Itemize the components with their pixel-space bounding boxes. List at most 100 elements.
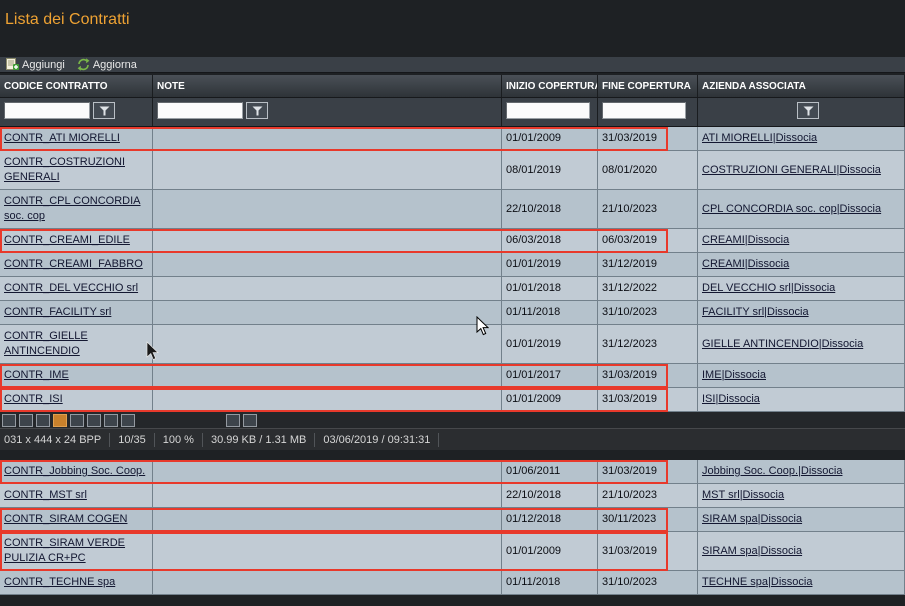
column-header-codice[interactable]: CODICE CONTRATTO — [0, 75, 153, 97]
filter-funnel-note-button[interactable] — [246, 102, 268, 119]
pager-button[interactable] — [2, 414, 16, 427]
pager-button[interactable] — [226, 414, 240, 427]
start-date-cell: 01/01/2009 — [502, 532, 598, 570]
contract-code-cell: CONTR_SIRAM VERDE PULIZIA CR+PC — [0, 532, 153, 570]
company-link[interactable]: TECHNE spa — [702, 575, 768, 590]
dissocia-link[interactable]: Dissocia — [771, 575, 813, 590]
table-row: CONTR_FACILITY srl 01/11/2018 31/10/2023 FA… — [0, 301, 905, 325]
dissocia-link[interactable]: Dissocia — [840, 202, 882, 217]
dissocia-link[interactable]: Dissocia — [724, 368, 766, 383]
start-date-cell: 22/10/2018 — [502, 484, 598, 507]
filter-fine-input[interactable] — [602, 102, 686, 119]
contract-code-cell: CONTR_Jobbing Soc. Coop. — [0, 460, 153, 483]
dissocia-link[interactable]: Dissocia — [822, 337, 864, 352]
end-date-cell: 31/03/2019 — [598, 364, 698, 387]
dissocia-link[interactable]: Dissocia — [801, 464, 843, 479]
filter-row — [0, 98, 905, 127]
company-link[interactable]: DEL VECCHIO srl — [702, 281, 791, 296]
contract-link[interactable]: CONTR_Jobbing Soc. Coop. — [4, 464, 145, 479]
company-link[interactable]: CPL CONCORDIA soc. cop — [702, 202, 837, 217]
contract-link[interactable]: CONTR_CREAMI_FABBRO — [4, 257, 143, 272]
dissocia-link[interactable]: Dissocia — [748, 257, 790, 272]
contract-code-cell: CONTR_MST srl — [0, 484, 153, 507]
company-link[interactable]: SIRAM spa — [702, 512, 758, 527]
company-link[interactable]: GIELLE ANTINCENDIO — [702, 337, 819, 352]
company-link[interactable]: CREAMI — [702, 257, 745, 272]
company-link[interactable]: MST srl — [702, 488, 740, 503]
filter-funnel-codice-button[interactable] — [93, 102, 115, 119]
note-cell — [153, 364, 502, 387]
contract-link[interactable]: CONTR_CREAMI_EDILE — [4, 233, 130, 248]
column-header-azienda[interactable]: AZIENDA ASSOCIATA — [698, 75, 905, 97]
dissocia-link[interactable]: Dissocia — [776, 131, 818, 146]
dissocia-link[interactable]: Dissocia — [743, 488, 785, 503]
pager-strip — [0, 412, 905, 428]
contract-link[interactable]: CONTR_CPL CONCORDIA soc. cop — [4, 194, 148, 224]
filter-codice-input[interactable] — [4, 102, 90, 119]
contract-link[interactable]: CONTR_ISI — [4, 392, 63, 407]
refresh-button-label: Aggiorna — [92, 58, 137, 71]
pager-button[interactable] — [243, 414, 257, 427]
company-link[interactable]: IME — [702, 368, 722, 383]
table-row: CONTR_IME 01/01/2017 31/03/2019 IME | Disso… — [0, 364, 905, 388]
company-link[interactable]: FACILITY srl — [702, 305, 764, 320]
table-row: CONTR_CREAMI_FABBRO 01/01/2019 31/12/2019 C… — [0, 253, 905, 277]
dissocia-link[interactable]: Dissocia — [767, 305, 809, 320]
dissocia-link[interactable]: Dissocia — [748, 233, 790, 248]
page-title: Lista dei Contratti — [5, 11, 130, 28]
note-cell — [153, 151, 502, 189]
note-cell — [153, 460, 502, 483]
contract-link[interactable]: CONTR_SIRAM VERDE PULIZIA CR+PC — [4, 536, 148, 566]
note-cell — [153, 253, 502, 276]
pager-button[interactable] — [121, 414, 135, 427]
pager-button[interactable] — [87, 414, 101, 427]
start-date-cell: 01/01/2009 — [502, 127, 598, 150]
pager-button[interactable] — [70, 414, 84, 427]
contract-link[interactable]: CONTR_TECHNE spa — [4, 575, 115, 590]
contract-link[interactable]: CONTR_GIELLE ANTINCENDIO — [4, 329, 148, 359]
dissocia-link[interactable]: Dissocia — [718, 392, 760, 407]
company-link[interactable]: ISI — [702, 392, 715, 407]
company-link[interactable]: Jobbing Soc. Coop. — [702, 464, 798, 479]
column-header-note[interactable]: NOTE — [153, 75, 502, 97]
dissocia-link[interactable]: Dissocia — [761, 544, 803, 559]
pager-button-current[interactable] — [53, 414, 67, 427]
status-item: 031 x 444 x 24 BPP — [0, 432, 111, 447]
pager-button[interactable] — [36, 414, 50, 427]
end-date-cell: 21/10/2023 — [598, 190, 698, 228]
company-link[interactable]: SIRAM spa — [702, 544, 758, 559]
contract-code-cell: CONTR_FACILITY srl — [0, 301, 153, 324]
refresh-button[interactable]: Aggiorna — [74, 58, 140, 71]
dissocia-link[interactable]: Dissocia — [839, 163, 881, 178]
company-link[interactable]: ATI MIORELLI — [702, 131, 773, 146]
contract-link[interactable]: CONTR_MST srl — [4, 488, 87, 503]
pager-button[interactable] — [104, 414, 118, 427]
filter-funnel-azienda-button[interactable] — [797, 102, 819, 119]
pager-button[interactable] — [19, 414, 33, 427]
status-bar: 031 x 444 x 24 BPP 10/35 100 % 30.99 KB / 1… — [0, 428, 905, 450]
company-cell: SIRAM spa | Dissocia — [698, 532, 905, 570]
company-link[interactable]: CREAMI — [702, 233, 745, 248]
start-date-cell: 01/01/2019 — [502, 325, 598, 363]
table-row: CONTR_DEL VECCHIO srl 01/01/2018 31/12/202… — [0, 277, 905, 301]
company-link[interactable]: COSTRUZIONI GENERALI — [702, 163, 836, 178]
company-cell: CREAMI | Dissocia — [698, 253, 905, 276]
add-button[interactable]: Aggiungi — [3, 58, 68, 71]
filter-note-input[interactable] — [157, 102, 243, 119]
end-date-cell: 31/03/2019 — [598, 388, 698, 411]
contract-link[interactable]: CONTR_DEL VECCHIO srl — [4, 281, 138, 296]
contract-link[interactable]: CONTR_SIRAM COGEN — [4, 512, 127, 527]
filter-inizio-input[interactable] — [506, 102, 590, 119]
dissocia-link[interactable]: Dissocia — [761, 512, 803, 527]
contract-link[interactable]: CONTR_FACILITY srl — [4, 305, 111, 320]
contract-link[interactable]: CONTR_ATI MIORELLI — [4, 131, 120, 146]
column-header-inizio[interactable]: INIZIO COPERTURA — [502, 75, 598, 97]
contracts-table-top: CODICE CONTRATTO NOTE INIZIO COPERTURA F… — [0, 75, 905, 412]
dissocia-link[interactable]: Dissocia — [794, 281, 836, 296]
contract-link[interactable]: CONTR_IME — [4, 368, 69, 383]
column-header-fine[interactable]: FINE COPERTURA — [598, 75, 698, 97]
contract-link[interactable]: CONTR_COSTRUZIONI GENERALI — [4, 155, 148, 185]
company-cell: COSTRUZIONI GENERALI | Dissocia — [698, 151, 905, 189]
note-cell — [153, 229, 502, 252]
start-date-cell: 01/12/2018 — [502, 508, 598, 531]
